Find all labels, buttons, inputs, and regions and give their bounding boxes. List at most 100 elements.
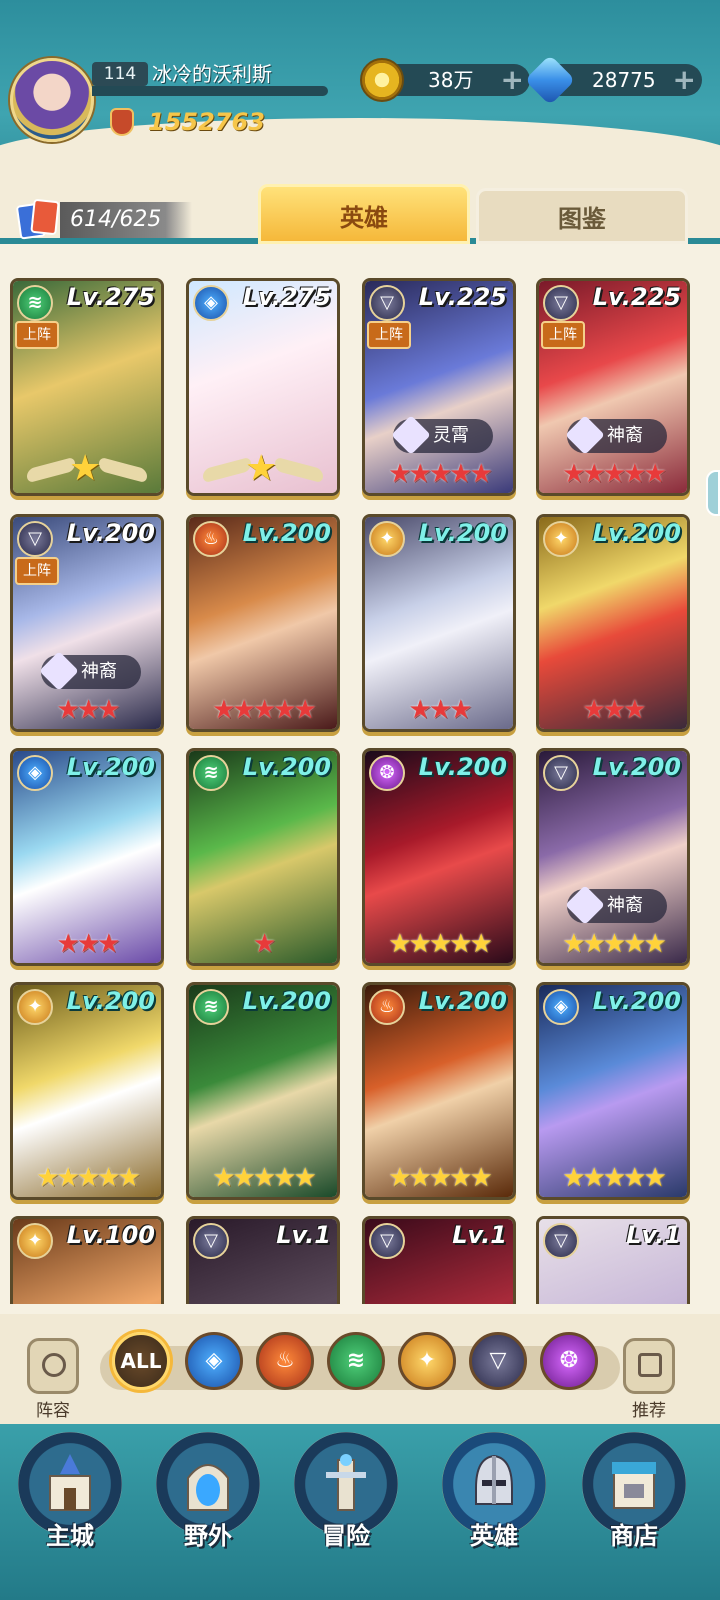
winged-star-rank-icon: ★ — [23, 451, 151, 489]
nav-shop[interactable]: 商店 — [578, 1432, 690, 1582]
exp-bar — [92, 86, 328, 96]
player-name: 冰冷的沃利斯 — [152, 62, 272, 86]
fire-faction-icon: ♨ — [369, 989, 405, 1025]
star-rating: ★★★★★ — [212, 695, 317, 725]
gold-amount: 38万 — [428, 68, 474, 92]
hero-card[interactable]: ▽ Lv.1 — [536, 1216, 690, 1304]
filter-dark-icon[interactable]: ▽ — [469, 1332, 527, 1390]
hero-card[interactable]: ▽ Lv.200 神裔 ★★★★★ — [536, 748, 690, 966]
dark-faction-icon: ▽ — [543, 755, 579, 791]
hero-level: Lv.200 — [592, 987, 681, 1015]
add-gold-icon[interactable]: + — [501, 64, 524, 96]
hero-card[interactable]: ≋ Lv.200 ★ — [186, 748, 340, 966]
side-pull-tab[interactable] — [706, 470, 720, 516]
lineup-label: 阵容 — [36, 1401, 70, 1421]
hero-card[interactable]: ✦ Lv.200 ★★★ — [536, 514, 690, 732]
combat-power-icon — [110, 108, 134, 136]
hero-card[interactable]: ❂ Lv.200 ★★★★★ — [362, 748, 516, 966]
light-faction-icon: ✦ — [17, 1223, 53, 1259]
lineup-button[interactable]: 阵容 — [18, 1338, 88, 1421]
purple-faction-icon: ❂ — [369, 755, 405, 791]
nav-city[interactable]: 主城 — [14, 1432, 126, 1582]
hero-card[interactable]: ✦ Lv.200 ★★★ — [362, 514, 516, 732]
filter-light-icon[interactable]: ✦ — [398, 1332, 456, 1390]
hero-level: Lv.200 — [592, 519, 681, 547]
hero-card[interactable]: ▽ Lv.200 上阵 神裔 ★★★ — [10, 514, 164, 732]
hero-level: Lv.225 — [418, 283, 507, 311]
star-rating: ★★★ — [56, 695, 121, 725]
hero-class-tag: 神裔 — [565, 415, 667, 455]
light-faction-icon: ✦ — [543, 521, 579, 557]
dark-faction-icon: ▽ — [17, 521, 53, 557]
hero-card[interactable]: ▽ Lv.225 上阵 神裔 ★★★★★ — [536, 278, 690, 496]
hero-card[interactable]: ✦ Lv.100 — [10, 1216, 164, 1304]
hero-card[interactable]: ♨ Lv.200 ★★★★★ — [362, 982, 516, 1200]
hero-card[interactable]: ◈ Lv.200 ★★★ — [10, 748, 164, 966]
add-gems-icon[interactable]: + — [673, 64, 696, 96]
recommend-button[interactable]: 推荐 — [614, 1338, 684, 1421]
hero-level: Lv.1 — [276, 1221, 331, 1249]
tab-codex[interactable]: 图鉴 — [476, 188, 688, 244]
dark-faction-icon: ▽ — [193, 1223, 229, 1259]
hero-card[interactable]: ✦ Lv.200 ★★★★★ — [10, 982, 164, 1200]
green-faction-icon: ≋ — [193, 989, 229, 1025]
hero-card[interactable]: ≋ Lv.275 上阵 ★ — [10, 278, 164, 496]
star-rating: ★★★★★ — [388, 459, 493, 489]
hero-card[interactable]: ▽ Lv.1 — [186, 1216, 340, 1304]
player-avatar[interactable] — [10, 58, 94, 142]
hero-card[interactable]: ◈ Lv.200 ★★★★★ — [536, 982, 690, 1200]
power-icon — [42, 1353, 66, 1377]
gold-coin-icon — [360, 58, 404, 102]
nav-city-label: 主城 — [46, 1522, 94, 1550]
nav-heroes[interactable]: 英雄 — [438, 1432, 550, 1582]
hero-count: 614/625 — [60, 202, 192, 238]
dark-faction-icon: ▽ — [543, 285, 579, 321]
filter-void-icon[interactable]: ❂ — [540, 1332, 598, 1390]
hero-card[interactable]: ♨ Lv.200 ★★★★★ — [186, 514, 340, 732]
gem-resource[interactable]: 28775 + — [524, 54, 702, 106]
hero-card[interactable]: ≋ Lv.200 ★★★★★ — [186, 982, 340, 1200]
tab-heroes[interactable]: 英雄 — [258, 184, 470, 244]
blue-faction-icon: ◈ — [543, 989, 579, 1025]
hero-level: Lv.275 — [66, 283, 155, 311]
player-level: 114 — [92, 62, 148, 86]
filter-all-button[interactable]: ALL — [112, 1332, 170, 1390]
tower-icon — [326, 1454, 366, 1511]
nav-wild[interactable]: 野外 — [152, 1432, 264, 1582]
hero-cards-icon — [15, 198, 60, 240]
hero-level: Lv.200 — [418, 519, 507, 547]
deployed-badge: 上阵 — [541, 321, 585, 349]
hero-level: Lv.200 — [66, 753, 155, 781]
hero-card[interactable]: ◈ Lv.275 ★ — [186, 278, 340, 496]
hero-level: Lv.200 — [418, 987, 507, 1015]
hero-class-label: 神裔 — [607, 895, 643, 916]
nav-adventure[interactable]: 冒险 — [290, 1432, 402, 1582]
hero-class-tag: 神裔 — [39, 651, 141, 691]
green-faction-icon: ≋ — [17, 285, 53, 321]
dark-faction-icon: ▽ — [543, 1223, 579, 1259]
star-rating: ★★★ — [56, 929, 121, 959]
hero-level: Lv.200 — [242, 753, 331, 781]
star-rating: ★ — [252, 929, 276, 959]
hero-class-tag: 神裔 — [565, 885, 667, 925]
filter-water-icon[interactable]: ◈ — [185, 1332, 243, 1390]
hero-card[interactable]: ▽ Lv.1 — [362, 1216, 516, 1304]
deployed-badge: 上阵 — [367, 321, 411, 349]
hero-class-label: 神裔 — [81, 661, 117, 682]
nav-adventure-label: 冒险 — [322, 1522, 370, 1550]
hero-level: Lv.200 — [66, 519, 155, 547]
hero-class-tag: 灵霄 — [391, 415, 493, 455]
hero-level: Lv.275 — [242, 283, 331, 311]
green-faction-icon: ≋ — [193, 755, 229, 791]
star-rating: ★★★★★ — [212, 1163, 317, 1193]
gem-amount: 28775 — [592, 68, 656, 92]
nav-heroes-label: 英雄 — [470, 1522, 518, 1550]
hero-level: Lv.200 — [592, 753, 681, 781]
star-rating: ★★★★★ — [388, 929, 493, 959]
helmet-icon — [475, 1454, 513, 1505]
winged-star-rank-icon: ★ — [199, 451, 327, 489]
hero-card[interactable]: ▽ Lv.225 上阵 灵霄 ★★★★★ — [362, 278, 516, 496]
gold-resource[interactable]: 38万 + — [360, 58, 530, 102]
filter-wind-icon[interactable]: ≋ — [327, 1332, 385, 1390]
filter-fire-icon[interactable]: ♨ — [256, 1332, 314, 1390]
